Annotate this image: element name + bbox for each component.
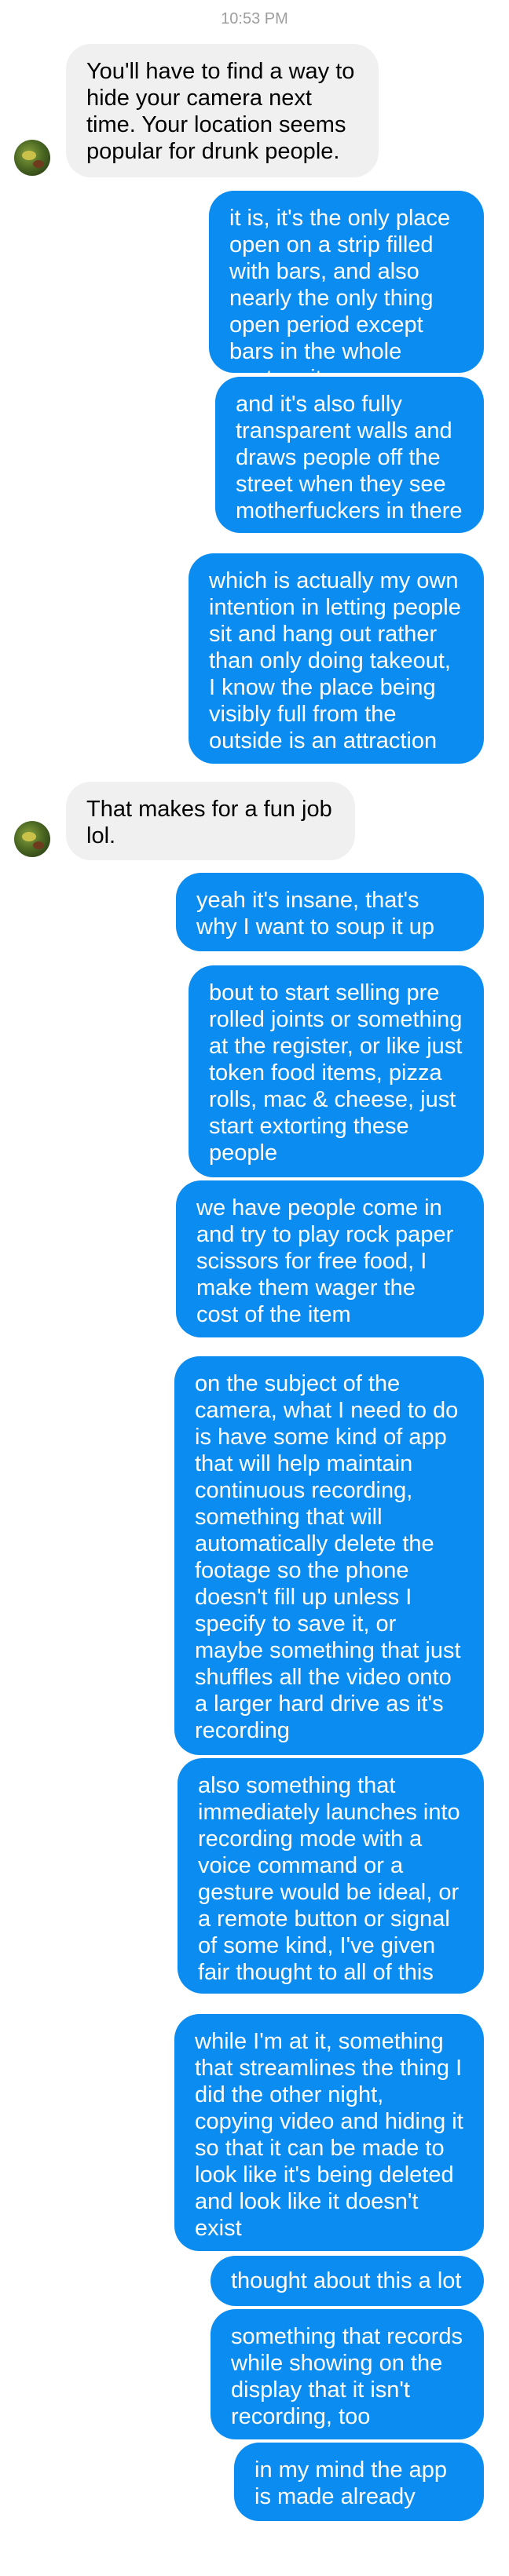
sent-message-bubble[interactable]: on the subject of the camera, what I nee… <box>174 1356 484 1755</box>
sent-message-bubble[interactable]: and it's also fully transparent walls an… <box>215 377 484 533</box>
sent-message-bubble[interactable]: also something that immediately launches… <box>178 1758 484 1994</box>
sent-message-bubble[interactable]: while I'm at it, something that streamli… <box>174 2014 484 2251</box>
sent-message-bubble[interactable]: bout to start selling pre rolled joints … <box>189 965 484 1177</box>
message-text: while I'm at it, something that streamli… <box>195 2029 463 2241</box>
received-message-bubble[interactable]: That makes for a fun job lol. <box>66 782 355 860</box>
sent-message-bubble[interactable]: something that records while showing on … <box>211 2309 484 2439</box>
received-message-bubble[interactable]: You'll have to find a way to hide your c… <box>66 44 379 177</box>
message-text: yeah it's insane, that's why I want to s… <box>196 888 435 940</box>
sent-message-bubble[interactable]: it is, it's the only place open on a str… <box>209 191 484 391</box>
sent-message-bubble[interactable]: we have people come in and try to play r… <box>176 1180 484 1337</box>
contact-avatar-icon[interactable] <box>14 821 50 857</box>
sent-message-bubble[interactable]: thought about this a lot <box>211 2256 484 2306</box>
message-text: in my mind the app is made already <box>255 2457 448 2509</box>
message-text: we have people come in and try to play r… <box>196 1195 454 1327</box>
message-text: and it's also fully transparent walls an… <box>236 392 463 524</box>
sent-message-bubble[interactable]: in my mind the app is made already <box>234 2443 484 2521</box>
message-text: You'll have to find a way to hide your c… <box>86 59 355 164</box>
message-text: something that records while showing on … <box>231 2324 463 2429</box>
message-text: it is, it's the only place open on a str… <box>229 206 451 391</box>
contact-avatar-icon[interactable] <box>14 140 50 176</box>
message-text: thought about this a lot <box>231 2268 462 2293</box>
message-text: also something that immediately launches… <box>198 1773 460 1985</box>
message-text: on the subject of the camera, what I nee… <box>195 1371 461 1743</box>
message-text: That makes for a fun job lol. <box>86 797 332 848</box>
sent-message-bubble[interactable]: which is actually my own intention in le… <box>189 553 484 764</box>
sent-message-bubble[interactable]: yeah it's insane, that's why I want to s… <box>176 873 484 951</box>
message-text: bout to start selling pre rolled joints … <box>209 980 463 1166</box>
message-timestamp: 10:53 PM <box>221 10 288 27</box>
message-text: which is actually my own intention in le… <box>209 568 461 753</box>
